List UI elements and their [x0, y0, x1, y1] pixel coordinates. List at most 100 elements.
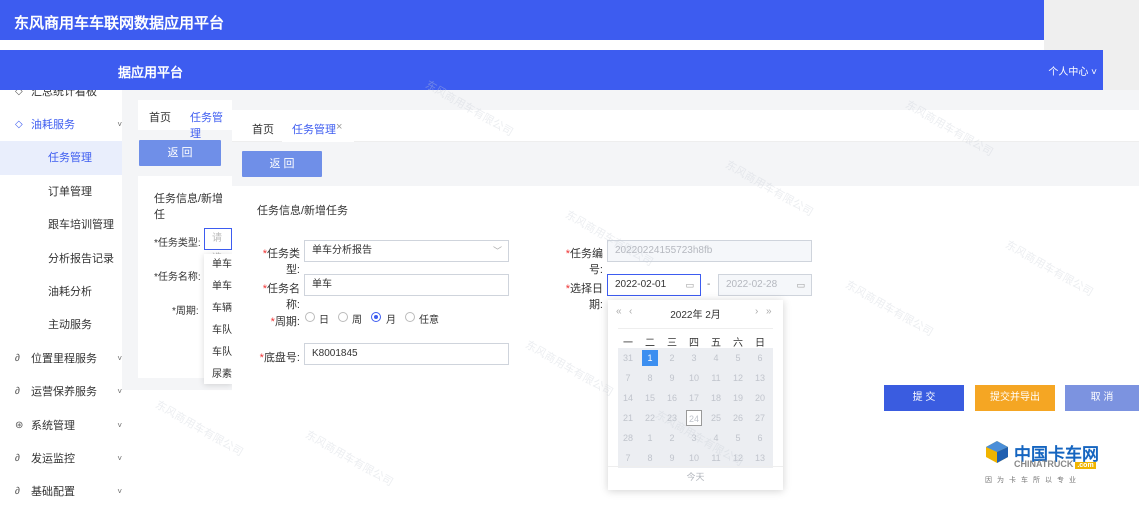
calendar-day[interactable]: 28: [620, 430, 636, 446]
period-month-radio[interactable]: [371, 312, 381, 322]
calendar-day[interactable]: 9: [664, 370, 680, 386]
calendar-day-today[interactable]: 24: [686, 410, 702, 426]
back-back-button[interactable]: 返 回: [139, 140, 221, 166]
chevron-down-icon: ﹀: [492, 246, 502, 256]
calendar-day[interactable]: 11: [708, 450, 724, 466]
calendar-day[interactable]: 19: [730, 390, 746, 406]
back-type-select[interactable]: 请选: [204, 228, 232, 264]
calendar-day[interactable]: 13: [752, 450, 768, 466]
task-name-input[interactable]: 单车: [304, 274, 509, 296]
chinatruck-logo-icon: [985, 440, 1009, 464]
calendar-day[interactable]: 16: [664, 390, 680, 406]
calendar-day[interactable]: 2: [664, 430, 680, 446]
task-type-select[interactable]: 单车分析报告 ﹀: [304, 240, 509, 262]
back-dropdown-option[interactable]: 车队: [204, 320, 232, 342]
calendar-day-selected[interactable]: 1: [642, 350, 658, 366]
task-no-label: *任务编号:: [565, 248, 603, 276]
calendar-day[interactable]: 21: [620, 410, 636, 426]
date-end-input[interactable]: 2022-02-28 ▭: [718, 274, 812, 296]
back-period-label: *周期:: [172, 306, 199, 317]
app-title-partial: 据应用平台: [118, 65, 184, 80]
calendar-day[interactable]: 8: [642, 370, 658, 386]
sidebar-item-label: 位置里程服务: [31, 353, 97, 365]
chassis-label: *底盘号:: [259, 352, 300, 364]
calendar-day[interactable]: 25: [708, 410, 724, 426]
tab-task[interactable]: 任务管理: [292, 121, 336, 137]
calendar-day[interactable]: 4: [708, 350, 724, 366]
sidebar-subitem-4[interactable]: 油耗分析: [0, 275, 122, 309]
sidebar-subitem-2[interactable]: 跟车培训管理: [0, 208, 122, 242]
tab-close-icon[interactable]: ×: [336, 121, 342, 133]
calendar-day[interactable]: 17: [686, 390, 702, 406]
period-day-label: 日: [319, 315, 329, 326]
sidebar-item-label: 油耗服务: [31, 119, 75, 131]
calendar-day[interactable]: 6: [752, 350, 768, 366]
sidebar-subitem-5[interactable]: 主动服务: [0, 308, 122, 342]
back-tab-task[interactable]: 任务管理: [190, 109, 232, 141]
calendar-day[interactable]: 10: [686, 450, 702, 466]
calendar-day[interactable]: 12: [730, 450, 746, 466]
calendar-day[interactable]: 15: [642, 390, 658, 406]
tab-home[interactable]: 首页: [252, 121, 274, 137]
calendar-day[interactable]: 27: [752, 410, 768, 426]
calendar-day[interactable]: 31: [620, 350, 636, 366]
today-button[interactable]: 今天: [608, 470, 783, 483]
calendar-day[interactable]: 11: [708, 370, 724, 386]
calendar-day[interactable]: 7: [620, 370, 636, 386]
task-no-input[interactable]: 20220224155723h8fb: [607, 240, 812, 262]
date-start-input[interactable]: 2022-02-01 ▭: [607, 274, 701, 296]
calendar-day[interactable]: 10: [686, 370, 702, 386]
calendar-day[interactable]: 18: [708, 390, 724, 406]
calendar-day[interactable]: 9: [664, 450, 680, 466]
back-dropdown-option[interactable]: 单车: [204, 254, 232, 276]
sidebar-subitem-3[interactable]: 分析报告记录: [0, 242, 122, 276]
sidebar-item-6[interactable]: ∂ 发运监控 ˅: [0, 442, 122, 476]
calendar-day[interactable]: 2: [664, 350, 680, 366]
calendar-day[interactable]: 8: [642, 450, 658, 466]
calendar-day[interactable]: 6: [752, 430, 768, 446]
calendar-day[interactable]: 22: [642, 410, 658, 426]
toolbar-strip: [232, 142, 1139, 186]
calendar-day[interactable]: 5: [730, 350, 746, 366]
sidebar-item-label: 发运监控: [31, 453, 75, 465]
calendar-day[interactable]: 23: [664, 410, 680, 426]
back-tab-home[interactable]: 首页: [149, 109, 171, 125]
calendar-day[interactable]: 5: [730, 430, 746, 446]
period-day-radio[interactable]: [305, 312, 315, 322]
sidebar-item-3[interactable]: ∂ 位置里程服务 ˅: [0, 342, 122, 376]
calendar-day[interactable]: 26: [730, 410, 746, 426]
back-dropdown-option[interactable]: 单车: [204, 276, 232, 298]
date-separator: -: [707, 279, 711, 290]
back-type-dropdown: 单车 单车 车辆 车队 车队 尿素: [204, 254, 232, 384]
back-button[interactable]: 返 回: [242, 151, 322, 177]
chassis-input[interactable]: K8001845: [304, 343, 509, 365]
sidebar-subitem-1[interactable]: 订单管理: [0, 175, 122, 209]
sidebar-item-7[interactable]: ∂ 基础配置 ˅: [0, 475, 122, 509]
sidebar-subitem-0[interactable]: 任务管理: [0, 141, 122, 175]
back-dropdown-option[interactable]: 车队: [204, 342, 232, 364]
submit-button[interactable]: 提 交: [884, 385, 964, 411]
sidebar-item-2[interactable]: ◇ 油耗服务 ˅: [0, 108, 122, 142]
calendar-day[interactable]: 12: [730, 370, 746, 386]
user-menu[interactable]: 个人中心 ˅: [1048, 63, 1097, 78]
period-any-radio[interactable]: [405, 312, 415, 322]
calendar-day[interactable]: 1: [642, 430, 658, 446]
back-type-label: *任务类型:: [154, 238, 201, 249]
calendar-day[interactable]: 3: [686, 430, 702, 446]
back-dropdown-option[interactable]: 车辆: [204, 298, 232, 320]
next-year-icon[interactable]: »: [766, 306, 772, 317]
sidebar-item-4[interactable]: ∂ 运营保养服务 ˅: [0, 375, 122, 409]
calendar-day[interactable]: 7: [620, 450, 636, 466]
cancel-button[interactable]: 取 消: [1065, 385, 1139, 411]
submit-export-button[interactable]: 提交并导出: [975, 385, 1055, 411]
next-month-icon[interactable]: ›: [755, 306, 758, 317]
back-dropdown-option[interactable]: 尿素: [204, 364, 232, 386]
sidebar-item-5[interactable]: ⊛ 系统管理 ˅: [0, 409, 122, 443]
period-week-radio[interactable]: [338, 312, 348, 322]
calendar-day[interactable]: 20: [752, 390, 768, 406]
calendar-day[interactable]: 14: [620, 390, 636, 406]
calendar-day[interactable]: 4: [708, 430, 724, 446]
calendar-day[interactable]: 13: [752, 370, 768, 386]
period-label: *周期:: [270, 316, 300, 328]
calendar-day[interactable]: 3: [686, 350, 702, 366]
